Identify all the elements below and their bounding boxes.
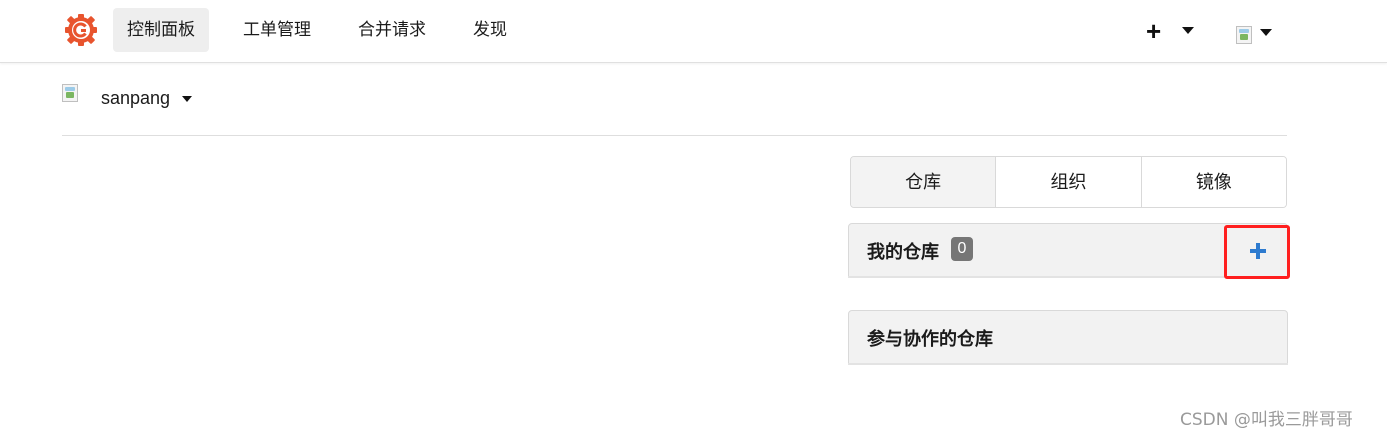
- my-repos-title: 我的仓库: [867, 242, 939, 262]
- watermark-text: CSDN @叫我三胖哥哥: [1180, 410, 1353, 430]
- avatar-icon: [1236, 26, 1252, 44]
- user-menu[interactable]: [1236, 23, 1280, 47]
- collab-repos-panel-header: 参与协作的仓库: [848, 310, 1288, 364]
- chevron-down-icon: [1260, 29, 1272, 36]
- chevron-down-icon: [182, 96, 192, 102]
- collab-repos-title: 参与协作的仓库: [867, 329, 993, 349]
- chevron-down-icon: [1182, 27, 1194, 34]
- nav-explore[interactable]: 发现: [459, 8, 521, 52]
- tab-repositories[interactable]: 仓库: [851, 157, 997, 207]
- nav-issues[interactable]: 工单管理: [229, 8, 325, 52]
- repo-type-tabs: 仓库 组织 镜像: [850, 156, 1287, 208]
- context-username: sanpang: [101, 88, 171, 108]
- context-switcher[interactable]: sanpang: [62, 84, 222, 114]
- plus-icon-bar: [1250, 249, 1266, 253]
- repo-count-badge: 0: [951, 237, 973, 261]
- gitea-logo-icon[interactable]: [64, 13, 98, 47]
- divider: [62, 135, 1287, 136]
- nav-dashboard[interactable]: 控制面板: [113, 8, 209, 52]
- plus-icon: +: [1146, 16, 1162, 46]
- panel-divider: [848, 276, 1288, 278]
- top-navbar: 控制面板 工单管理 合并请求 发现 +: [0, 0, 1387, 63]
- avatar-icon: [62, 84, 78, 102]
- nav-pull-requests[interactable]: 合并请求: [344, 8, 440, 52]
- tab-organizations[interactable]: 组织: [996, 157, 1142, 207]
- tab-mirrors[interactable]: 镜像: [1141, 157, 1286, 207]
- panel-divider: [848, 363, 1288, 365]
- my-repos-panel-header: 我的仓库 0: [848, 223, 1288, 277]
- add-repo-button[interactable]: [1224, 225, 1290, 279]
